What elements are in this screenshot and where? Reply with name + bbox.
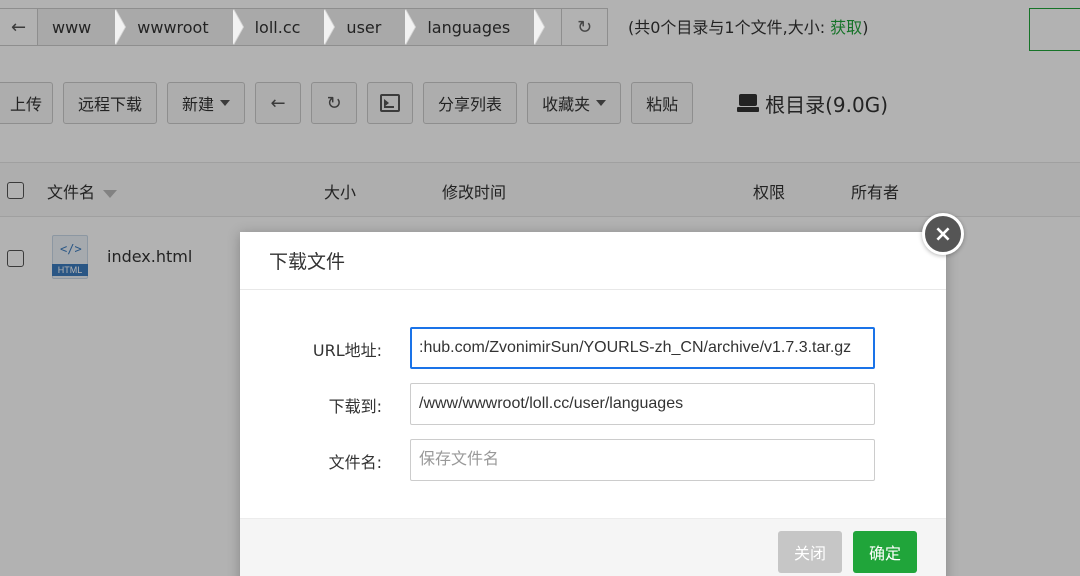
close-icon[interactable]: × (922, 213, 964, 255)
filename-row: 文件名: (240, 439, 946, 481)
download-file-dialog: 下载文件 URL地址: 下载到: 文件名: 关闭 确定 (240, 232, 946, 576)
url-label: URL地址: (312, 341, 382, 360)
close-button[interactable]: 关闭 (778, 531, 842, 573)
dialog-title: 下载文件 (240, 232, 946, 290)
filename-input[interactable] (410, 439, 875, 481)
destination-row: 下载到: (240, 383, 946, 425)
filename-label: 文件名: (328, 453, 382, 472)
download-form: URL地址: 下载到: 文件名: (240, 290, 946, 518)
destination-label: 下载到: (328, 397, 382, 416)
url-row: URL地址: (240, 327, 946, 369)
dialog-footer: 关闭 确定 (240, 518, 946, 576)
confirm-button[interactable]: 确定 (853, 531, 917, 573)
url-input[interactable] (410, 327, 875, 369)
destination-input[interactable] (410, 383, 875, 425)
